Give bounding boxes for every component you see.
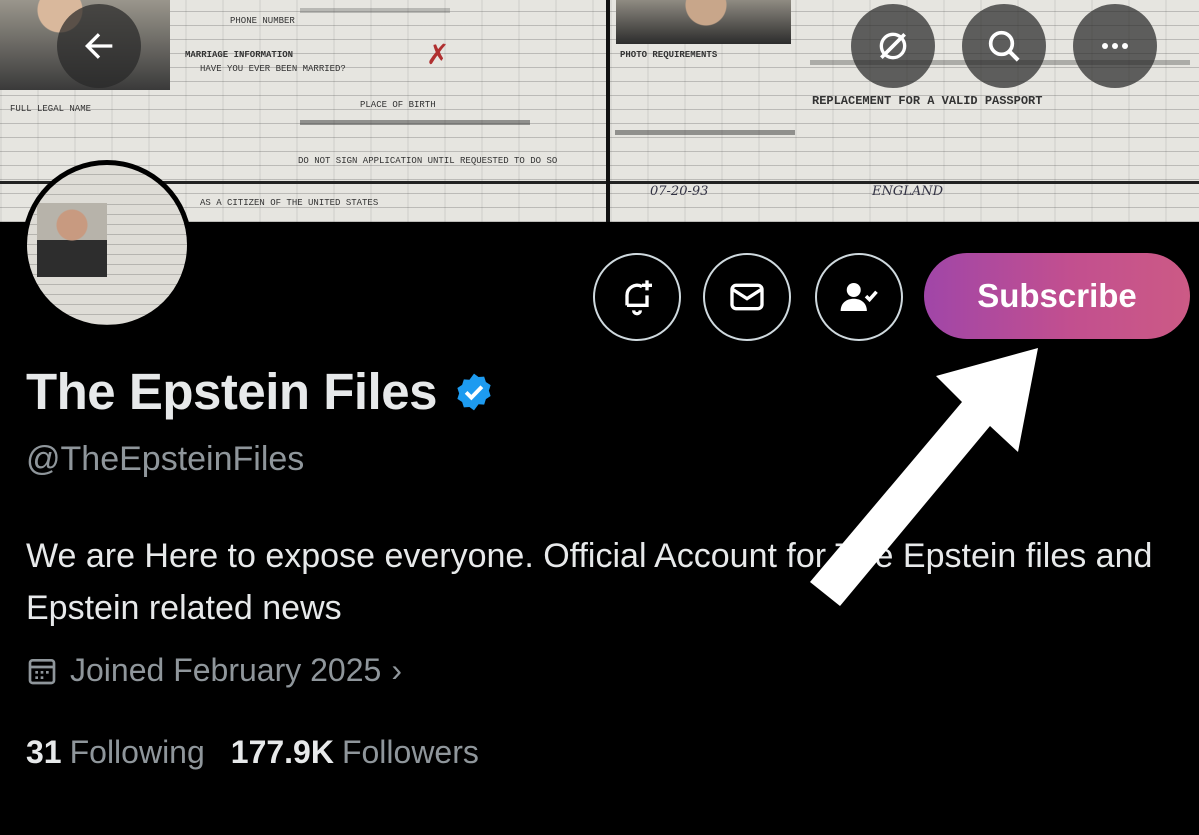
red-x-mark: ✗ xyxy=(426,38,450,71)
joined-date[interactable]: Joined February 2025 › xyxy=(26,652,402,689)
person-check-icon xyxy=(840,283,878,311)
following-label: Following xyxy=(69,734,205,770)
followers-label: Followers xyxy=(341,734,479,770)
followers-count: 177.9K xyxy=(230,734,334,770)
banner-divider-vertical xyxy=(606,0,610,222)
doc-field-line xyxy=(300,8,450,13)
doc-label: PHOTO REQUIREMENTS xyxy=(620,50,718,60)
avatar[interactable] xyxy=(22,160,192,330)
joined-label: Joined February 2025 xyxy=(70,652,382,688)
chevron-right-icon: › xyxy=(391,652,402,688)
envelope-icon xyxy=(730,283,764,311)
doc-field-line xyxy=(300,120,530,125)
display-name: The Epstein Files xyxy=(26,363,437,420)
handwritten-place: ENGLAND xyxy=(872,184,944,199)
follow-stats: 31 Following 177.9K Followers xyxy=(26,734,505,771)
search-icon xyxy=(988,30,1020,62)
banner-photo-right xyxy=(616,0,791,44)
calendar-icon xyxy=(28,658,56,684)
doc-label: REPLACEMENT FOR A VALID PASSPORT xyxy=(812,94,1043,108)
doc-label: PHONE NUMBER xyxy=(230,16,295,26)
verified-badge-icon[interactable] xyxy=(453,371,495,413)
notifications-button[interactable] xyxy=(593,253,681,341)
grok-button[interactable] xyxy=(851,4,935,88)
subscribe-button[interactable]: Subscribe xyxy=(924,253,1190,339)
doc-label: HAVE YOU EVER BEEN MARRIED? xyxy=(200,64,346,74)
avatar-photo xyxy=(37,203,107,277)
doc-field-line xyxy=(615,130,795,135)
doc-label: FULL LEGAL NAME xyxy=(10,104,92,114)
bell-plus-icon xyxy=(625,280,652,316)
following-button[interactable] xyxy=(815,253,903,341)
message-button[interactable] xyxy=(703,253,791,341)
doc-label: PLACE OF BIRTH xyxy=(360,100,436,110)
doc-label: MARRIAGE INFORMATION xyxy=(185,50,294,60)
handwritten-date: 07-20-93 xyxy=(650,184,709,199)
annotation-arrow-icon xyxy=(810,348,1038,606)
following-stat[interactable]: 31 Following xyxy=(26,734,205,771)
display-name-row: The Epstein Files xyxy=(26,362,495,421)
search-button[interactable] xyxy=(962,4,1046,88)
doc-label: DO NOT SIGN APPLICATION UNTIL REQUESTED … xyxy=(298,156,558,166)
banner-divider-horizontal xyxy=(0,181,1199,184)
more-icon xyxy=(1102,43,1128,49)
back-button[interactable] xyxy=(57,4,141,88)
more-button[interactable] xyxy=(1073,4,1157,88)
doc-label: AS A CITIZEN OF THE UNITED STATES xyxy=(200,198,379,208)
grok-icon xyxy=(879,32,907,60)
avatar-image xyxy=(27,165,187,325)
back-arrow-icon xyxy=(85,33,113,59)
following-count: 31 xyxy=(26,734,62,770)
user-handle: @TheEpsteinFiles xyxy=(26,440,305,478)
followers-stat[interactable]: 177.9K Followers xyxy=(231,734,479,771)
